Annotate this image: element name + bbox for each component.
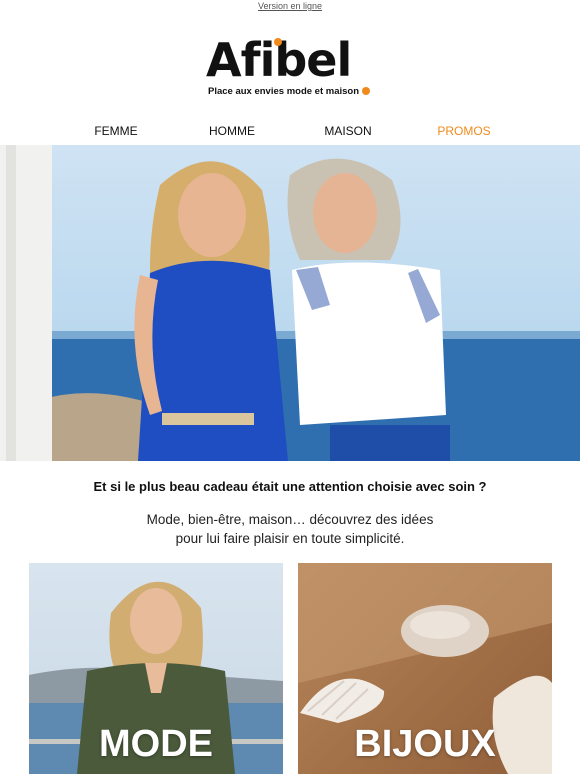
hero-illustration	[0, 145, 580, 461]
pillar-shade	[6, 145, 16, 461]
tagline-text: Place aux envies mode et maison	[208, 86, 360, 97]
horizon	[0, 331, 580, 339]
logo-dot-icon	[274, 38, 282, 46]
woman-left	[134, 161, 288, 461]
tagline-dot-icon	[362, 87, 371, 95]
subheadline-line-1: Mode, bien-être, maison… découvrez des i…	[146, 512, 434, 527]
woman-right	[287, 158, 450, 461]
view-online-link[interactable]: Version en ligne	[0, 1, 580, 11]
card-bijoux[interactable]: BIJOUX	[298, 563, 552, 774]
nav-item-homme[interactable]: HOMME	[209, 124, 255, 138]
card-mode[interactable]: MODE	[29, 563, 283, 774]
nav-item-maison[interactable]: MAISON	[324, 124, 371, 138]
afibel-logo[interactable]: Afibel Place aux envies mode et maison	[206, 34, 376, 100]
headline: Et si le plus beau cadeau était une atte…	[93, 479, 487, 494]
nav-item-femme[interactable]: FEMME	[94, 124, 137, 138]
card-mode-label: MODE	[99, 723, 213, 765]
card-bijoux-label: BIJOUX	[354, 723, 496, 765]
rocks	[40, 393, 150, 461]
subheadline: Mode, bien-être, maison… découvrez des i…	[0, 510, 580, 548]
hero-image[interactable]	[0, 145, 580, 461]
subheadline-line-2: pour lui faire plaisir en toute simplici…	[175, 531, 405, 546]
main-nav: FEMME HOMME MAISON PROMOS	[0, 124, 580, 138]
logo-tagline: Place aux envies mode et maison	[208, 86, 371, 97]
nav-item-promos[interactable]: PROMOS	[437, 124, 490, 138]
